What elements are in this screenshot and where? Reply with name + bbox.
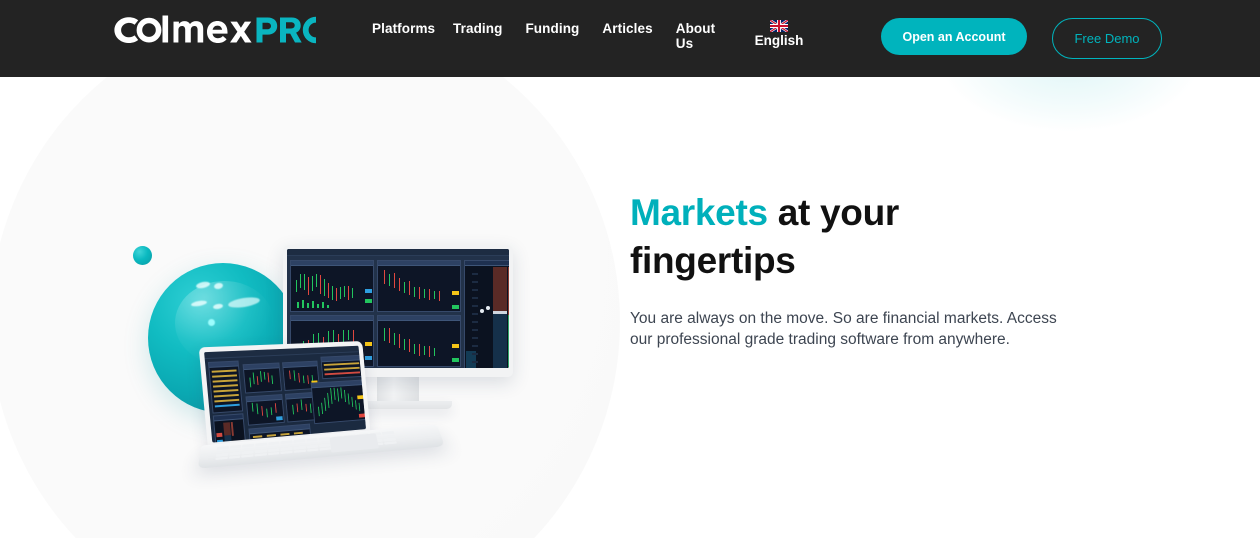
laptop-trackpad (329, 433, 380, 453)
language-label: English (754, 33, 804, 48)
chart-panel (377, 260, 461, 312)
nav-item-articles[interactable]: Articles (602, 21, 652, 36)
hero-copy: Markets at your fingertips You are alway… (630, 189, 1060, 350)
order-ladder-panel (212, 413, 246, 443)
hero-teal-blob (940, 77, 1200, 131)
headline-accent: Markets (630, 192, 768, 233)
nav-item-platforms[interactable]: Platforms (372, 21, 435, 36)
watchlist-panel (207, 360, 244, 414)
watchlist-panel-right (320, 354, 363, 380)
order-ladder-panel (464, 260, 509, 368)
chart-panel-large (310, 379, 367, 425)
nav-item-trading[interactable]: Trading (453, 21, 502, 36)
chart-panel (245, 394, 285, 426)
logo-wordmark-icon (114, 15, 316, 44)
nav-item-about-us[interactable]: About Us (676, 21, 734, 51)
chart-panel (242, 362, 282, 394)
main-navigation: Platforms Trading Funding Articles About… (372, 21, 734, 51)
page-title: Markets at your fingertips (630, 189, 1060, 285)
site-header: Platforms Trading Funding Articles About… (0, 0, 1260, 77)
hero-section: Markets at your fingertips You are alway… (0, 77, 1260, 538)
nav-item-funding[interactable]: Funding (525, 21, 579, 36)
platform-toolbar (287, 249, 509, 256)
teal-dot-decoration (133, 246, 152, 265)
sphere-highlight (208, 319, 215, 326)
colmex-pro-logo[interactable] (104, 13, 316, 47)
laptop-illustration (193, 327, 445, 474)
language-selector[interactable]: English (751, 20, 807, 48)
chart-panel (290, 260, 374, 312)
free-demo-button[interactable]: Free Demo (1052, 18, 1162, 59)
open-an-account-button[interactable]: Open an Account (881, 18, 1027, 55)
laptop-screen-trading-platform (204, 345, 367, 443)
hero-paragraph: You are always on the move. So are finan… (630, 310, 1057, 348)
uk-flag-icon (770, 20, 788, 32)
